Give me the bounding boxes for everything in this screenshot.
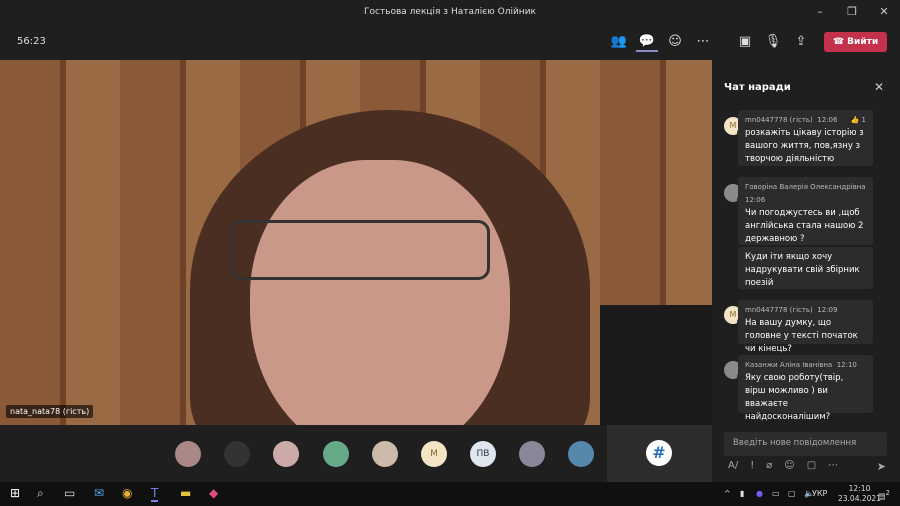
- teams-icon[interactable]: T: [151, 486, 159, 502]
- shared-content-tile[interactable]: #: [607, 425, 712, 482]
- language-indicator[interactable]: УКР: [812, 489, 827, 498]
- participant-avatar[interactable]: M: [421, 441, 447, 467]
- search-icon[interactable]: ⌕: [37, 486, 44, 501]
- clock[interactable]: 12:10 23.04.2021: [838, 484, 881, 504]
- chat-title: Чат наради: [724, 82, 791, 93]
- start-icon[interactable]: ⊞: [10, 486, 20, 500]
- participants-strip: M ПВ #: [0, 425, 712, 482]
- minimize-icon[interactable]: –: [804, 0, 836, 24]
- battery-icon[interactable]: ▭: [772, 489, 780, 498]
- phone-icon: ☎: [832, 37, 848, 47]
- app-icon[interactable]: ◆: [209, 486, 218, 500]
- meeting-timer: 56:23: [17, 36, 46, 47]
- meeting-toolbar: 56:23 👥 💬 ☺ ⋯ ▣ 🎙 ⇪ ☎ Вийти: [0, 24, 900, 60]
- chat-icon[interactable]: 💬: [636, 32, 658, 52]
- participant-avatar[interactable]: [273, 441, 299, 467]
- chat-message: Куди іти якщо хочу надрукувати свій збір…: [738, 247, 873, 289]
- title-bar: Гостьова лекція з Наталією Олійник – ❐ ✕: [0, 0, 900, 24]
- participant-avatar[interactable]: [372, 441, 398, 467]
- mail-icon[interactable]: ✉: [94, 486, 104, 500]
- chat-message: mn0447778 (гість) 12:09 На вашу думку, щ…: [738, 300, 873, 354]
- maximize-icon[interactable]: ❐: [836, 0, 868, 24]
- chat-message: mn0447778 (гість) 12:06 👍 1 розкажіть цік…: [738, 110, 873, 166]
- tray-chevron-icon[interactable]: ^: [724, 489, 731, 498]
- camera-off-icon[interactable]: ▣: [734, 32, 756, 52]
- participants-icon[interactable]: 👥: [608, 32, 630, 52]
- chat-message: Казанжи Аліна Іванівна 12:10 Яку свою ро…: [738, 355, 873, 422]
- more-options-icon[interactable]: ⋯: [692, 32, 714, 52]
- taskbar: ⊞ ⌕ ▭ ✉ ◉ T ▬ ◆ ^ ▮ ● ▭ ▢ 🔈 УКР 12:10 23.…: [0, 482, 900, 506]
- chat-panel: Чат наради ✕ M mn0447778 (гість) 12:06 👍 …: [712, 60, 900, 482]
- format-icon[interactable]: A/: [728, 460, 738, 471]
- usb-icon[interactable]: ▮: [740, 489, 744, 498]
- attach-icon[interactable]: ⌀: [766, 460, 772, 471]
- participant-avatar[interactable]: [224, 441, 250, 467]
- participant-avatar[interactable]: [568, 441, 594, 467]
- important-icon[interactable]: !: [750, 460, 754, 471]
- participant-avatar[interactable]: [323, 441, 349, 467]
- participant-avatar[interactable]: ПВ: [470, 441, 496, 467]
- notifications-icon[interactable]: ▤2: [878, 489, 890, 501]
- breakout-rooms-icon[interactable]: ☺: [664, 32, 686, 52]
- sticker-icon[interactable]: ▢: [807, 460, 816, 471]
- emoji-icon[interactable]: ☺: [784, 460, 794, 471]
- participant-avatar[interactable]: [519, 441, 545, 467]
- participant-name-label: nata_nata78 (гість): [6, 405, 94, 418]
- close-chat-icon[interactable]: ✕: [874, 80, 884, 94]
- file-explorer-icon[interactable]: ▬: [180, 486, 191, 500]
- message-input[interactable]: Введіть нове повідомлення: [724, 432, 887, 456]
- window-title: Гостьова лекція з Наталією Олійник: [364, 7, 536, 17]
- logo: #: [646, 440, 672, 466]
- close-window-icon[interactable]: ✕: [868, 0, 900, 24]
- leave-button[interactable]: ☎ Вийти: [824, 32, 887, 52]
- chrome-icon[interactable]: ◉: [122, 486, 132, 500]
- network-icon[interactable]: ▢: [788, 489, 796, 498]
- participant-avatar[interactable]: [175, 441, 201, 467]
- mic-off-icon[interactable]: 🎙: [762, 32, 784, 52]
- more-icon[interactable]: ⋯: [828, 460, 838, 471]
- task-view-icon[interactable]: ▭: [64, 486, 75, 500]
- share-screen-icon[interactable]: ⇪: [790, 32, 812, 52]
- like-reaction[interactable]: 👍 1: [851, 114, 866, 127]
- chat-message: Говоріна Валерія Олександрівна 12:06 Чи п…: [738, 177, 873, 245]
- send-icon[interactable]: ➤: [877, 460, 886, 473]
- main-video: nata_nata78 (гість): [0, 60, 712, 425]
- viber-icon[interactable]: ●: [756, 489, 763, 498]
